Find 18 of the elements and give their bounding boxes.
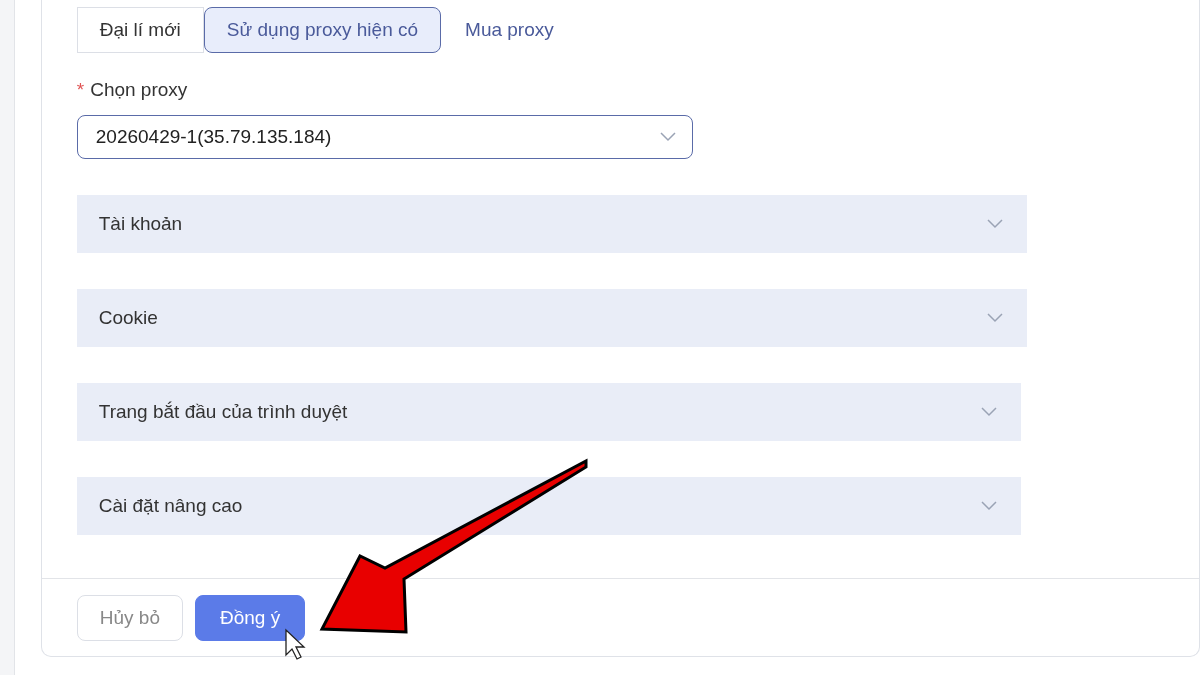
collapsible-section[interactable]: Cookie bbox=[76, 289, 1027, 347]
proxy-select[interactable]: 20260429-1(35.79.135.184) bbox=[76, 115, 693, 159]
link[interactable]: Mua proxy bbox=[441, 19, 578, 41]
chevron-down-icon bbox=[986, 313, 1003, 323]
required-mark: * bbox=[76, 79, 85, 101]
chevron-down-icon bbox=[986, 219, 1003, 229]
cancel-button[interactable]: Hủy bỏ bbox=[76, 594, 183, 641]
cursor-icon bbox=[285, 628, 306, 660]
chevron-down-icon bbox=[980, 407, 997, 417]
tab[interactable]: Sử dụng proxy hiện có bbox=[203, 7, 442, 53]
chevron-down-icon bbox=[980, 501, 997, 511]
collapsible-section[interactable]: Tài khoản bbox=[76, 195, 1027, 253]
chevron-down-icon bbox=[659, 132, 676, 142]
field-label: Chọn proxy bbox=[90, 79, 188, 101]
collapsible-section[interactable]: Cài đặt nâng cao bbox=[76, 477, 1021, 535]
confirm-button[interactable]: Đồng ý bbox=[194, 594, 306, 641]
collapsible-section[interactable]: Trang bắt đầu của trình duyệt bbox=[76, 383, 1021, 441]
tab[interactable]: Đại lí mới bbox=[76, 7, 204, 53]
